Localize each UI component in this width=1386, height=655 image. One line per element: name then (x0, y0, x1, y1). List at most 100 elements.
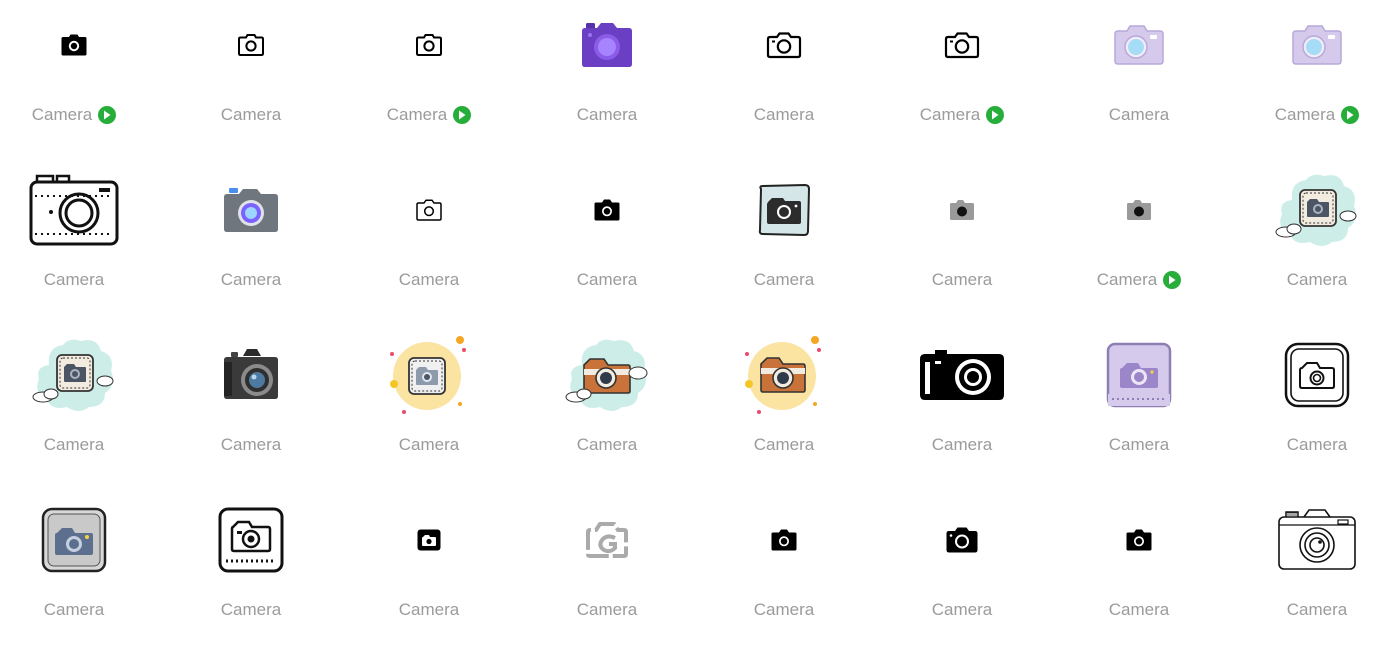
camera-gray-square-icon[interactable] (0, 495, 162, 585)
icon-tile[interactable]: Camera (1229, 165, 1386, 325)
icon-tile[interactable]: Camera (696, 165, 872, 325)
play-icon[interactable] (986, 106, 1005, 124)
icon-tile[interactable]: Camera (519, 0, 695, 160)
icon-label[interactable]: Camera (341, 434, 517, 456)
camera-gray-color-icon[interactable] (163, 165, 339, 255)
icon-tile[interactable]: Camera (519, 165, 695, 325)
icon-tile[interactable]: Camera (1229, 495, 1386, 655)
camera-rounded-square-outline-icon[interactable] (1229, 330, 1386, 420)
icon-tile[interactable]: Camera (1051, 165, 1227, 325)
camera-thin-outline-icon[interactable] (341, 165, 517, 255)
icon-label[interactable]: Camera (519, 599, 695, 621)
icon-label[interactable]: Camera (696, 434, 872, 456)
icon-tile[interactable]: Camera (163, 0, 339, 160)
icon-tile[interactable]: Camera (696, 495, 872, 655)
icon-label[interactable]: Camera (874, 269, 1050, 291)
camera-square-frame-icon[interactable] (163, 495, 339, 585)
icon-tile[interactable]: Camera (519, 330, 695, 490)
icon-label[interactable]: Camera (696, 104, 872, 126)
camera-outline-bold-icon[interactable] (341, 0, 517, 90)
camera-cloud-frame-icon[interactable] (0, 330, 162, 420)
play-icon[interactable] (453, 106, 472, 124)
icon-label[interactable]: Camera (1051, 269, 1227, 291)
camera-gray-small-icon[interactable] (1051, 165, 1227, 255)
icon-label[interactable]: Camera (519, 104, 695, 126)
camera-outline-icon[interactable] (874, 0, 1050, 90)
icon-tile[interactable]: Camera (341, 495, 517, 655)
icon-label[interactable]: Camera (1051, 599, 1227, 621)
icon-label[interactable]: Camera (0, 269, 162, 291)
camera-brown-sunny-icon[interactable] (696, 330, 872, 420)
icon-label[interactable]: Camera (341, 104, 517, 126)
icon-label[interactable]: Camera (696, 599, 872, 621)
icon-tile[interactable]: Camera (0, 165, 162, 325)
icon-tile[interactable]: Camera (1051, 495, 1227, 655)
camera-outline-bold-icon[interactable] (163, 0, 339, 90)
camera-sunny-frame-icon[interactable] (341, 330, 517, 420)
icon-tile[interactable]: Camera (874, 495, 1050, 655)
icon-label[interactable]: Camera (1229, 269, 1386, 291)
icon-label[interactable]: Camera (874, 599, 1050, 621)
icon-label[interactable]: Camera (1229, 599, 1386, 621)
icon-label[interactable]: Camera (163, 269, 339, 291)
icon-label[interactable]: Camera (1051, 104, 1227, 126)
icon-tile[interactable]: Camera (874, 0, 1050, 160)
film-camera-lineart-icon[interactable] (0, 165, 162, 255)
camera-lavender-icon[interactable] (1051, 0, 1227, 90)
icon-tile[interactable]: Camera (341, 0, 517, 160)
icon-tile[interactable]: Camera (163, 165, 339, 325)
icon-tile[interactable]: Camera (696, 330, 872, 490)
dslr-camera-icon[interactable] (163, 330, 339, 420)
icon-tile[interactable]: Camera (0, 495, 162, 655)
camera-solid-small-icon[interactable] (519, 165, 695, 255)
icon-tile[interactable]: Camera (1229, 0, 1386, 160)
icon-tile[interactable]: Camera (874, 330, 1050, 490)
icon-label[interactable]: Camera (1229, 104, 1386, 126)
icon-label[interactable]: Camera (1051, 434, 1227, 456)
icon-tile[interactable]: Camera (341, 165, 517, 325)
icon-label[interactable]: Camera (874, 104, 1050, 126)
icon-label[interactable]: Camera (163, 434, 339, 456)
icon-label[interactable]: Camera (163, 104, 339, 126)
camera-solid-icon[interactable] (0, 0, 162, 90)
icon-tile[interactable]: Camera (163, 330, 339, 490)
icon-tile[interactable]: Camera (874, 165, 1050, 325)
camera-bold-wide-icon[interactable] (874, 330, 1050, 420)
icon-tile[interactable]: Camera (0, 0, 162, 160)
icon-label[interactable]: Camera (0, 104, 162, 126)
icon-label[interactable]: Camera (341, 269, 517, 291)
camera-purple-icon[interactable] (519, 0, 695, 90)
camera-tiny-solid-icon[interactable] (341, 495, 517, 585)
icon-tile[interactable]: Camera (0, 330, 162, 490)
icon-label[interactable]: Camera (0, 434, 162, 456)
icon-tile[interactable]: Camera (696, 0, 872, 160)
camera-solid-small-icon[interactable] (1051, 495, 1227, 585)
camera-brown-cloud-icon[interactable] (519, 330, 695, 420)
icon-label[interactable]: Camera (0, 599, 162, 621)
icon-tile[interactable]: Camera (163, 495, 339, 655)
camera-sketch-frame-icon[interactable] (696, 165, 872, 255)
icon-label[interactable]: Camera (696, 269, 872, 291)
icon-label[interactable]: Camera (519, 269, 695, 291)
camera-outline-icon[interactable] (696, 0, 872, 90)
camera-purple-square-icon[interactable] (1051, 330, 1227, 420)
camera-lavender-icon[interactable] (1229, 0, 1386, 90)
icon-tile[interactable]: Camera (341, 330, 517, 490)
icon-tile[interactable]: Camera (519, 495, 695, 655)
camera-solid-small-icon[interactable] (696, 495, 872, 585)
play-icon[interactable] (1341, 106, 1360, 124)
camera-gray-small-icon[interactable] (874, 165, 1050, 255)
icon-tile[interactable]: Camera (1051, 330, 1227, 490)
camera-cloud-frame-icon[interactable] (1229, 165, 1386, 255)
play-icon[interactable] (98, 106, 117, 124)
icon-label[interactable]: Camera (519, 434, 695, 456)
icon-tile[interactable]: Camera (1229, 330, 1386, 490)
icon-label[interactable]: Camera (1229, 434, 1386, 456)
camera-solid-rounded-icon[interactable] (874, 495, 1050, 585)
icon-label[interactable]: Camera (163, 599, 339, 621)
camera-thin-lineart-icon[interactable] (1229, 495, 1386, 585)
play-icon[interactable] (1163, 271, 1182, 289)
icon-label[interactable]: Camera (341, 599, 517, 621)
icon-label[interactable]: Camera (874, 434, 1050, 456)
camera-abstract-gray-icon[interactable] (519, 495, 695, 585)
